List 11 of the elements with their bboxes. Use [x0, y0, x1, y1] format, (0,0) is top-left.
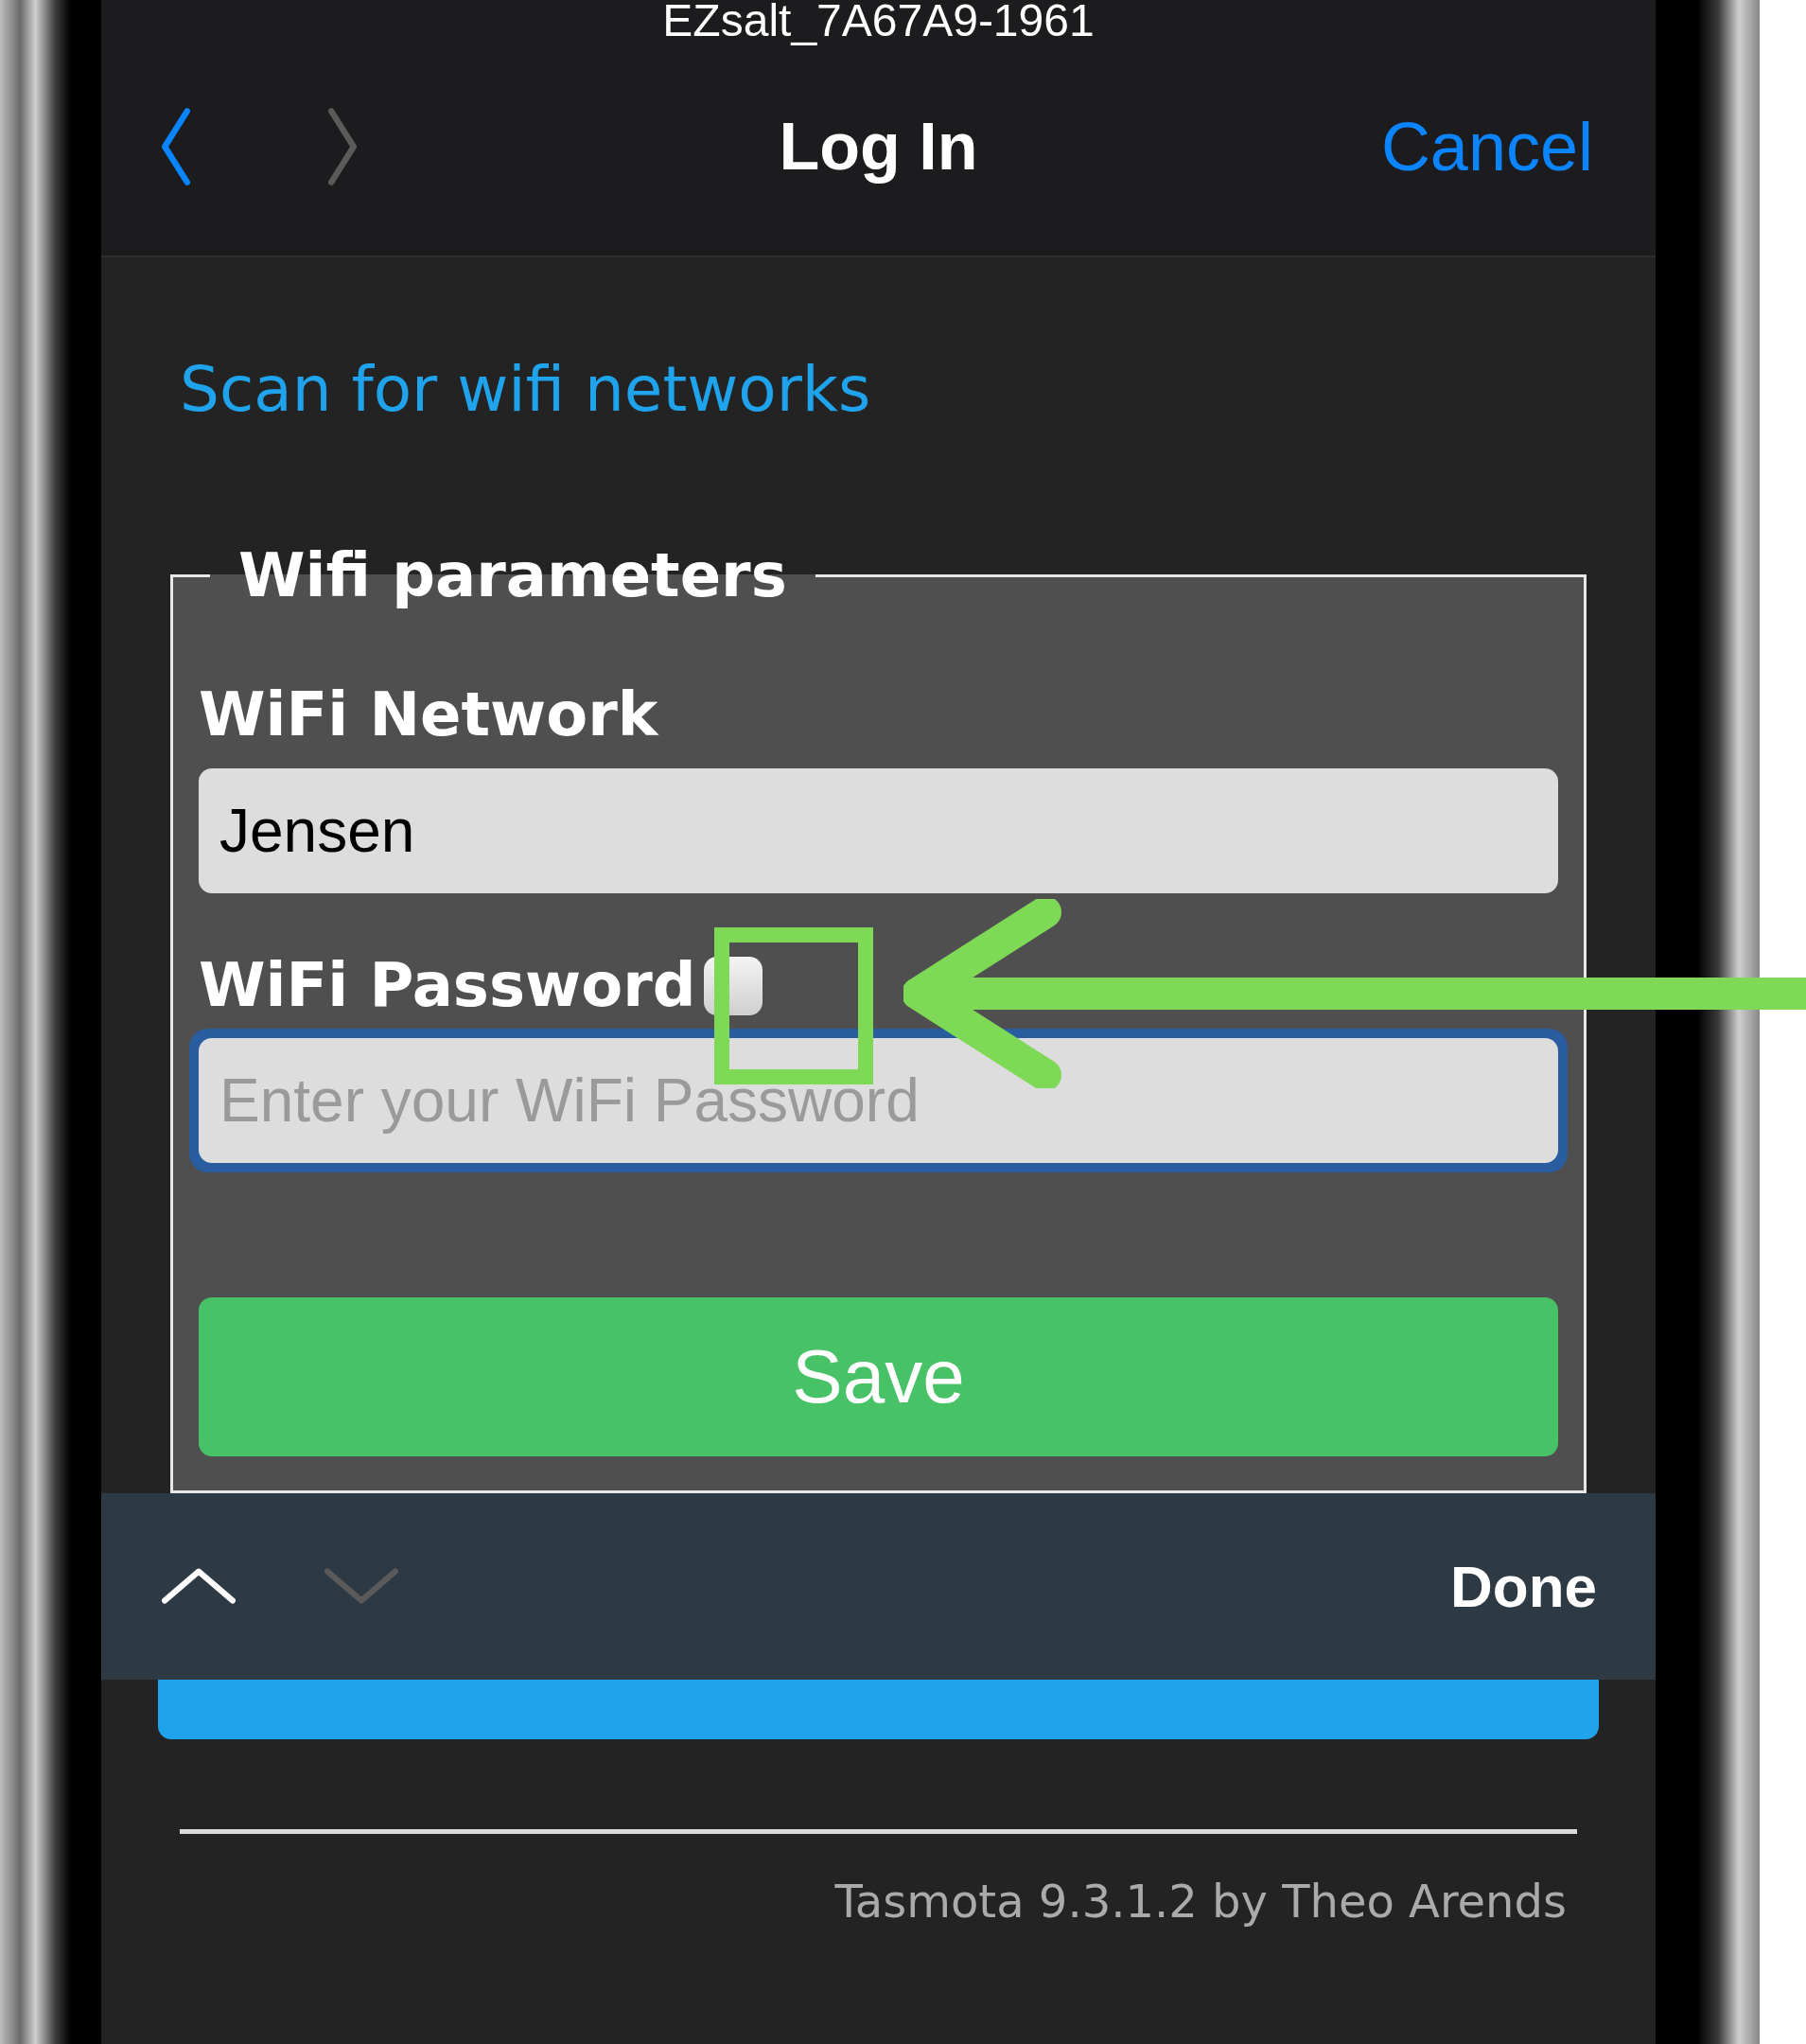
scan-wifi-link[interactable]: Scan for wifi networks	[180, 353, 871, 426]
footer-text: Tasmota 9.3.1.2 by Theo Arends	[834, 1873, 1567, 1929]
cancel-button[interactable]: Cancel	[1380, 96, 1593, 198]
done-button[interactable]: Done	[1450, 1542, 1597, 1630]
nav-title: Log In	[779, 108, 978, 185]
text-field[interactable]: Enter your WiFi Password	[199, 1037, 1558, 1163]
page-title: EZsalt_7A67A9-1961	[662, 0, 1095, 44]
text-field[interactable]: Jensen	[199, 768, 1558, 894]
field-label: WiFi Password	[199, 952, 696, 1019]
previous-field-icon[interactable]	[160, 1566, 237, 1607]
field-label: WiFi Network	[199, 681, 658, 749]
